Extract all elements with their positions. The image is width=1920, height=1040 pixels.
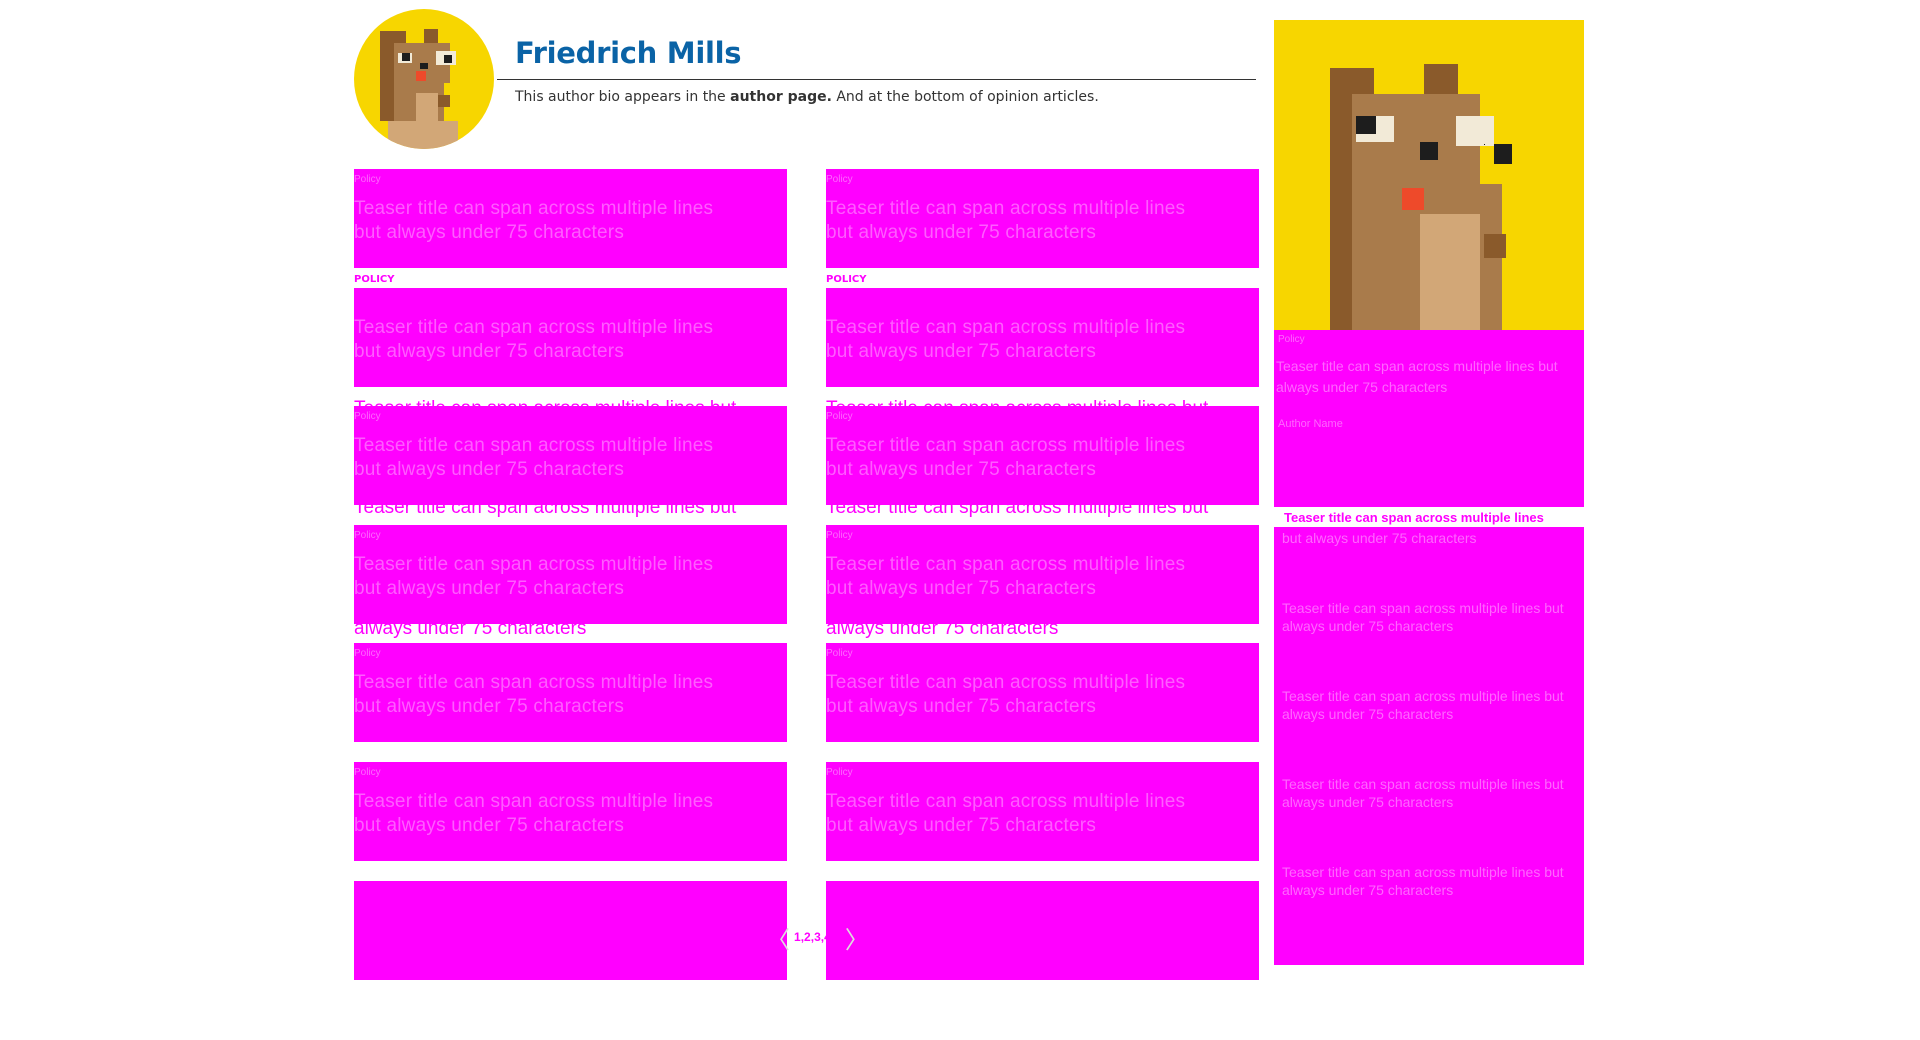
teaser-title[interactable]: Teaser title can span across multiple li… [354, 671, 744, 719]
list-item[interactable]: Teaser title can span across multiple li… [1282, 775, 1578, 811]
teaser-title[interactable]: Teaser title can span across multiple li… [354, 553, 744, 601]
author-page-link[interactable]: author page. [730, 89, 832, 105]
teaser-kicker: Policy [354, 530, 381, 541]
teaser-title[interactable]: Teaser title can span across multiple li… [354, 790, 744, 838]
teaser-kicker: Policy [826, 530, 853, 541]
sidebar-list-heading[interactable]: Teaser title can span across multiple li… [1284, 510, 1544, 525]
teaser-card[interactable]: Policy Teaser title can span across mult… [826, 406, 1259, 505]
teaser-card[interactable] [354, 881, 787, 980]
teaser-kicker: Policy [826, 411, 853, 422]
teaser-title[interactable]: Teaser title can span across multiple li… [354, 316, 744, 364]
teaser-title[interactable]: Teaser title can span across multiple li… [826, 197, 1216, 245]
teaser-kicker: Policy [354, 174, 381, 185]
teaser-title[interactable]: Teaser title can span across multiple li… [1276, 356, 1576, 398]
page-link-5[interactable]: 5 [834, 930, 841, 944]
sidebar-feature-image[interactable] [1274, 20, 1584, 330]
list-item[interactable]: but always under 75 characters [1282, 529, 1578, 547]
teaser-title[interactable]: Teaser title can span across multiple li… [354, 434, 744, 482]
teaser-card[interactable] [826, 881, 1259, 980]
teaser-kicker: Policy [826, 174, 853, 185]
teaser-title[interactable]: Teaser title can span across multiple li… [826, 671, 1216, 719]
squirrel-image-icon [1330, 64, 1512, 330]
author-avatar [354, 9, 494, 149]
chevron-right-icon[interactable]: 〉 [845, 920, 869, 955]
teaser-kicker: Policy [826, 767, 853, 778]
teaser-card[interactable]: Policy Teaser title can span across mult… [354, 762, 787, 861]
teaser-card[interactable]: Policy Teaser title can span across mult… [354, 406, 787, 505]
teaser-title-overflow[interactable]: always under 75 characters [354, 617, 754, 641]
teaser-author[interactable]: Author Name [1278, 418, 1343, 430]
divider [497, 79, 1256, 80]
teaser-title-overflow[interactable]: Teaser title can span across multiple li… [354, 496, 754, 520]
page-link-1[interactable]: 1 [794, 930, 801, 944]
page-link-3[interactable]: 3 [814, 930, 821, 944]
teaser-card[interactable]: Policy Teaser title can span across mult… [826, 762, 1259, 861]
teaser-card[interactable]: Policy Teaser title can span across mult… [354, 525, 787, 624]
teaser-title[interactable]: Teaser title can span across multiple li… [826, 790, 1216, 838]
pagination: 〈 1,2,3,4,5 〉 [766, 917, 869, 957]
teaser-kicker: Policy [354, 411, 381, 422]
teaser-card[interactable]: Teaser title can span across multiple li… [354, 288, 787, 387]
teaser-card[interactable]: Policy Teaser title can span across mult… [826, 525, 1259, 624]
author-name: Friedrich Mills [515, 36, 742, 70]
teaser-kicker: Policy [1278, 334, 1305, 345]
page-link-2[interactable]: 2 [804, 930, 811, 944]
list-item[interactable]: Teaser title can span across multiple li… [1282, 599, 1578, 635]
teaser-card[interactable]: Policy Teaser title can span across mult… [354, 169, 787, 268]
teaser-card[interactable]: Teaser title can span across multiple li… [826, 288, 1259, 387]
teaser-kicker: Policy [354, 767, 381, 778]
page-numbers: 1,2,3,4,5 [794, 930, 841, 944]
page-link-4[interactable]: 4 [824, 930, 831, 944]
squirrel-avatar-icon [380, 29, 458, 149]
teaser-title-overflow[interactable]: always under 75 characters [826, 617, 1226, 641]
category-label[interactable]: POLICY [826, 274, 867, 285]
teaser-card[interactable]: Policy Teaser title can span across mult… [826, 643, 1259, 742]
author-bio: This author bio appears in the author pa… [515, 89, 1099, 105]
teaser-card[interactable]: Policy Teaser title can span across mult… [354, 643, 787, 742]
chevron-left-icon[interactable]: 〈 [766, 920, 790, 955]
bio-text-prefix: This author bio appears in the [515, 89, 731, 105]
teaser-kicker: Policy [826, 648, 853, 659]
teaser-title[interactable]: Teaser title can span across multiple li… [826, 553, 1216, 601]
sidebar-feature-card[interactable]: Policy Teaser title can span across mult… [1274, 330, 1584, 507]
sidebar-list: but always under 75 characters Teaser ti… [1274, 527, 1584, 965]
teaser-title-overflow[interactable]: Teaser title can span across multiple li… [826, 496, 1226, 520]
teaser-title[interactable]: Teaser title can span across multiple li… [826, 316, 1216, 364]
teaser-title[interactable]: Teaser title can span across multiple li… [354, 197, 744, 245]
teaser-title[interactable]: Teaser title can span across multiple li… [826, 434, 1216, 482]
teaser-kicker: Policy [354, 648, 381, 659]
list-item[interactable]: Teaser title can span across multiple li… [1282, 863, 1578, 899]
teaser-card[interactable]: Policy Teaser title can span across mult… [826, 169, 1259, 268]
bio-text-suffix: And at the bottom of opinion articles. [831, 89, 1099, 105]
list-item[interactable]: Teaser title can span across multiple li… [1282, 687, 1578, 723]
category-label[interactable]: POLICY [354, 274, 395, 285]
